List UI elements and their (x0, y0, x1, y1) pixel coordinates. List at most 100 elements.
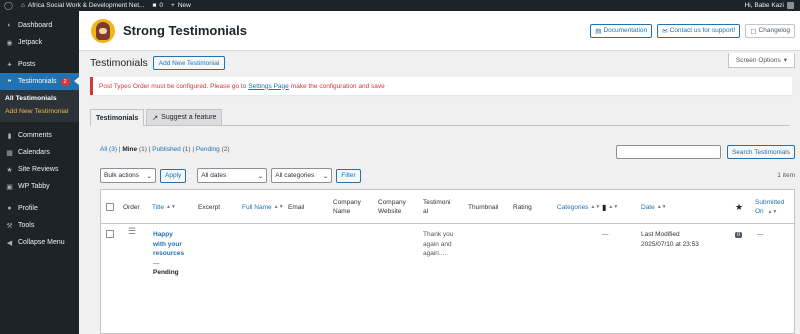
status-filter-links: All (3) | Mine (1) | Published (1) | Pen… (100, 146, 230, 153)
select-all-checkbox[interactable] (106, 190, 114, 224)
comment-icon: ▮ (7, 132, 12, 140)
testimonials-table: Order Title ▲▼ Excerpt Full Name ▲▼ Email … (100, 189, 795, 334)
jetpack-icon: ◉ (6, 39, 13, 47)
sidebar-item-site-reviews[interactable]: ★ Site Reviews (0, 161, 79, 178)
table-nav-top: Bulk actions ⌄ Apply All dates ⌄ All cat… (100, 168, 361, 183)
wrench-icon: ⚒ (6, 222, 13, 230)
admin-sidebar: ◐ Dashboard ◉ Jetpack ✦ Posts ❝ Testimon… (0, 11, 79, 334)
filter-button[interactable]: Filter (336, 168, 361, 183)
sidebar-item-tools[interactable]: ⚒ Tools (0, 217, 79, 234)
tabs-icon: ▣ (6, 183, 13, 191)
contact-support-button[interactable]: ✉ Contact us for support! (657, 23, 741, 38)
testimonials-submenu: All Testimonials Add New Testimonial (0, 90, 79, 122)
star-icon: ★ (735, 201, 744, 212)
sidebar-item-profile[interactable]: ● Profile (0, 200, 79, 217)
view-all-link[interactable]: All (3) (100, 146, 117, 153)
chevron-down-icon: ⌄ (146, 172, 152, 180)
wordpress-logo-icon[interactable]: ◯ (4, 1, 13, 10)
sort-icon: ▲▼ (590, 203, 601, 210)
view-published-link[interactable]: Published (152, 146, 181, 153)
sort-icon: ▲▼ (608, 203, 619, 210)
column-thumbnail: Thumbnail (468, 203, 499, 211)
site-name-link[interactable]: ⌂ Africa Social Work & Development Net..… (21, 2, 145, 9)
main-content: Strong Testimonials ▤ Documentation ✉ Co… (79, 11, 800, 334)
avatar (787, 2, 794, 9)
sort-icon: ▲▼ (273, 203, 284, 210)
submenu-all-testimonials[interactable]: All Testimonials (0, 92, 79, 105)
row-testimonial-text: Thank you again and again..... (423, 231, 454, 257)
account-menu[interactable]: Hi, Babe Kazi (745, 2, 794, 9)
calendar-icon: ▦ (6, 149, 13, 157)
document-icon: ▤ (595, 27, 602, 35)
settings-page-link[interactable]: Settings Page (248, 83, 288, 90)
row-title-cell: Happy with your resources — Pending (153, 230, 185, 276)
column-excerpt: Excerpt (198, 203, 221, 211)
column-rating: Rating (513, 203, 532, 211)
plugin-header: Strong Testimonials ▤ Documentation ✉ Co… (79, 11, 800, 51)
collapse-icon: ◀ (6, 239, 13, 247)
comments-link[interactable]: ■ 0 (152, 2, 163, 9)
sidebar-item-comments[interactable]: ▮ Comments (0, 127, 79, 144)
error-notice: Post Types Order must be configured. Ple… (90, 77, 792, 95)
search-box: Search Testimonials (615, 145, 795, 159)
column-title[interactable]: Title ▲▼ (152, 190, 176, 224)
tab-testimonials[interactable]: Testimonials (90, 109, 145, 126)
plus-icon: + (171, 2, 175, 9)
sort-icon: ▲▼ (656, 203, 667, 210)
page-title-bar: Testimonials Add New Testimonial Screen … (79, 51, 800, 75)
row-title-link[interactable]: Happy with your resources (153, 230, 184, 259)
dashboard-icon: ◐ (7, 22, 12, 29)
page-title: Testimonials (90, 57, 148, 69)
sidebar-item-testimonials[interactable]: ❝ Testimonials 2 (0, 73, 79, 90)
sidebar-item-jetpack[interactable]: ◉ Jetpack (0, 34, 79, 51)
apply-button[interactable]: Apply (160, 168, 187, 183)
column-full-name[interactable]: Full Name ▲▼ (242, 190, 284, 224)
drag-handle-icon[interactable]: ☰ (128, 226, 136, 237)
column-submitted-on[interactable]: Submitted On ▲▼ (755, 190, 784, 224)
changelog-button[interactable]: ▢ Changelog (745, 23, 795, 38)
chevron-down-icon: ⌄ (322, 172, 329, 180)
row-star-count: 0 (735, 232, 743, 238)
user-icon: ● (7, 205, 12, 212)
email-icon: ✉ (662, 27, 668, 35)
search-input[interactable] (615, 145, 721, 159)
row-checkbox[interactable] (106, 230, 114, 242)
page-icon: ▢ (750, 27, 757, 35)
view-pending-link[interactable]: Pending (196, 146, 220, 153)
add-new-testimonial-button[interactable]: Add New Testimonial (152, 56, 226, 70)
review-icon: ★ (6, 166, 13, 174)
post-state: Pending (153, 269, 179, 276)
comment-bubble-icon: ▮ (602, 202, 607, 212)
column-company-website: Company Website (378, 199, 406, 215)
strong-testimonials-logo (91, 18, 115, 43)
table-row: ☰ Happy with your resources — Pending Than… (101, 224, 794, 334)
screen-options-button[interactable]: Screen Options ▾ (727, 53, 795, 68)
new-content-link[interactable]: + New (171, 2, 191, 9)
dates-filter-select[interactable]: All dates ⌄ (197, 168, 268, 183)
sidebar-item-dashboard[interactable]: ◐ Dashboard (0, 17, 79, 34)
tab-suggest-feature[interactable]: ↗ Suggest a feature (146, 109, 223, 125)
column-comments[interactable]: ▮ ▲▼ (602, 190, 618, 224)
column-categories[interactable]: Categories ▲▼ (557, 190, 600, 224)
items-count: 1 item (777, 172, 795, 179)
home-icon: ⌂ (20, 2, 25, 9)
view-mine-link[interactable]: Mine (122, 146, 137, 153)
column-testimonial: Testimoni al (423, 199, 451, 215)
sidebar-item-calendars[interactable]: ▦ Calendars (0, 144, 79, 161)
submenu-add-new-testimonial[interactable]: Add New Testimonial (0, 105, 79, 118)
external-link-icon: ↗ (152, 114, 159, 122)
bulk-actions-select[interactable]: Bulk actions ⌄ (100, 168, 156, 183)
column-order: Order (123, 203, 140, 211)
sidebar-collapse-menu[interactable]: ◀ Collapse Menu (0, 234, 79, 251)
table-header: Order Title ▲▼ Excerpt Full Name ▲▼ Email … (101, 190, 794, 224)
sidebar-item-wp-tabby[interactable]: ▣ WP Tabby (0, 178, 79, 195)
sort-icon: ▲▼ (166, 203, 176, 210)
row-date: Last Modified 2025/07/10 at 23:53 (641, 231, 699, 248)
documentation-button[interactable]: ▤ Documentation (590, 23, 653, 38)
categories-filter-select[interactable]: All categories ⌄ (271, 168, 333, 183)
testimonial-icon: ❝ (7, 78, 12, 86)
search-testimonials-button[interactable]: Search Testimonials (726, 145, 795, 159)
sidebar-item-posts[interactable]: ✦ Posts (0, 56, 79, 73)
column-date[interactable]: Date ▲▼ (641, 190, 667, 224)
column-company-name: Company Name (333, 199, 361, 215)
